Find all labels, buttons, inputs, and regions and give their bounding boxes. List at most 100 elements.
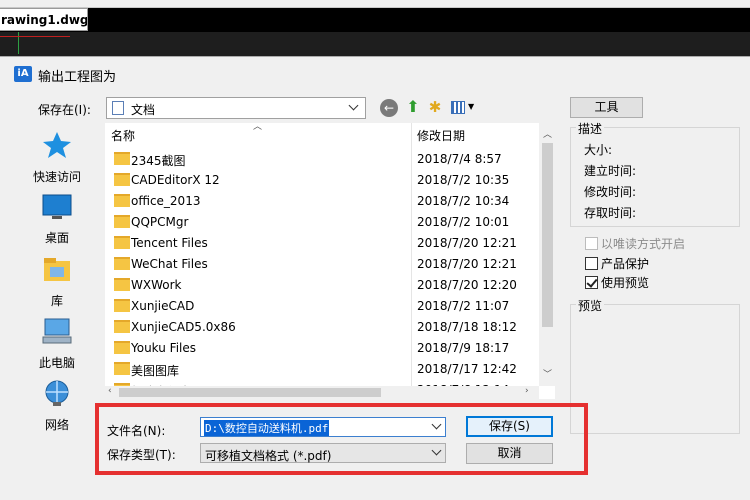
folder-icon	[114, 257, 130, 270]
new-folder-button[interactable]: ✱	[426, 98, 444, 116]
desktop-icon	[42, 194, 72, 219]
product-protect-label: 产品保护	[601, 257, 650, 271]
file-row[interactable]: 新建文件夹2018/7/6 12:14	[105, 379, 539, 386]
save-in-label: 保存在(I):	[38, 103, 91, 117]
product-protect-checkbox[interactable]	[585, 257, 598, 270]
readonly-checkbox-row[interactable]: 以唯读方式开启	[585, 235, 685, 252]
horizontal-scrollbar[interactable]: ‹ ›	[105, 386, 539, 399]
dialog-title: 输出工程图为	[38, 70, 117, 85]
document-tab[interactable]: rawing1.dwg	[0, 8, 88, 31]
accessed-time-label: 存取时间:	[584, 206, 637, 220]
cancel-button[interactable]: 取消	[466, 443, 553, 464]
column-header-date[interactable]: 修改日期	[417, 127, 465, 144]
file-row[interactable]: WXWork 2018/7/20 12:20	[105, 274, 539, 295]
save-in-value: 文档	[131, 103, 156, 117]
save-button[interactable]: 保存(S)	[466, 416, 553, 437]
file-row[interactable]: Tencent Files 2018/7/20 12:21	[105, 232, 539, 253]
preview-pane	[570, 304, 740, 434]
file-name: Tencent Files	[131, 236, 208, 250]
drawing-canvas[interactable]	[0, 32, 750, 56]
filetype-dropdown[interactable]: 可移植文档格式 (*.pdf)	[200, 443, 446, 463]
readonly-checkbox[interactable]	[585, 237, 598, 250]
file-row[interactable]: XunjieCAD5.0x86 2018/7/18 18:12	[105, 316, 539, 337]
folder-icon	[114, 215, 130, 228]
file-name: 2345截图	[131, 154, 186, 168]
file-date: 2018/7/20 12:21	[417, 257, 517, 271]
chevron-down-icon[interactable]	[431, 419, 442, 430]
document-tab-bar	[0, 8, 750, 32]
folder-icon	[114, 173, 130, 186]
place-label: 网络	[44, 418, 69, 432]
folder-icon	[114, 236, 130, 249]
product-protect-checkbox-row[interactable]: 产品保护	[585, 255, 649, 272]
use-preview-checkbox-row[interactable]: 使用预览	[585, 274, 649, 291]
file-date: 2018/7/17 12:42	[417, 362, 517, 376]
place-network[interactable]: 网络	[22, 379, 92, 433]
file-row[interactable]: XunjieCAD 2018/7/2 11:07	[105, 295, 539, 316]
filetype-value: 可移植文档格式 (*.pdf)	[205, 449, 332, 463]
file-row[interactable]: QQPCMgr 2018/7/2 10:01	[105, 211, 539, 232]
view-grid-icon	[451, 101, 465, 114]
caret-down-icon: ▼	[468, 102, 475, 111]
save-dialog: iA 输出工程图为 保存在(I): 文档 ← ⬆ ✱ ▼ 工具 快速访问 桌面 …	[0, 56, 750, 500]
annotation-highlight	[95, 403, 588, 475]
filename-input[interactable]: D:\数控自动送料机.pdf	[200, 417, 446, 437]
place-label: 此电脑	[38, 356, 75, 370]
description-title: 描述	[576, 120, 605, 137]
library-icon	[44, 258, 70, 281]
back-button[interactable]: ←	[380, 99, 398, 117]
file-date: 2018/7/2 10:35	[417, 173, 510, 187]
file-date: 2018/7/4 8:57	[417, 152, 502, 166]
use-preview-label: 使用预览	[601, 276, 650, 290]
file-date: 2018/7/2 10:34	[417, 194, 510, 208]
computer-icon	[42, 318, 72, 344]
horizontal-scroll-thumb[interactable]	[119, 388, 381, 397]
file-rows: 2345截图 2018/7/4 8:57 CADEditorX 12 2018/7/2…	[105, 148, 539, 386]
file-row[interactable]: CADEditorX 12 2018/7/2 10:35	[105, 169, 539, 190]
file-name: 美图图库	[131, 364, 180, 378]
view-menu-button[interactable]: ▼	[451, 99, 477, 117]
filename-label: 文件名(N):	[107, 424, 166, 438]
file-row[interactable]: office_2013 2018/7/2 10:34	[105, 190, 539, 211]
scroll-left-icon[interactable]: ‹	[108, 386, 112, 396]
place-desktop[interactable]: 桌面	[22, 194, 92, 246]
file-row[interactable]: WeChat Files 2018/7/20 12:21	[105, 253, 539, 274]
file-name: CADEditorX 12	[131, 173, 220, 187]
folder-icon	[114, 152, 130, 165]
file-list[interactable]: ︿ 名称 修改日期 2345截图 2018/7/4 8:57 CADEditorX …	[105, 122, 555, 399]
save-in-dropdown[interactable]: 文档	[106, 97, 366, 119]
file-row[interactable]: Youku Files 2018/7/9 18:17	[105, 337, 539, 358]
folder-icon	[114, 341, 130, 354]
place-label: 快速访问	[32, 170, 81, 184]
file-name: Youku Files	[131, 341, 197, 355]
place-this-pc[interactable]: 此电脑	[22, 317, 92, 371]
tools-button[interactable]: 工具	[570, 97, 643, 118]
vertical-scroll-thumb[interactable]	[542, 143, 553, 327]
up-folder-button[interactable]: ⬆	[404, 98, 422, 116]
modified-time-label: 修改时间:	[584, 185, 637, 199]
scroll-up-icon[interactable]: ︿	[543, 127, 552, 140]
column-header-name[interactable]: 名称	[111, 127, 135, 144]
folder-icon	[114, 362, 130, 375]
place-label: 桌面	[44, 231, 69, 245]
file-row[interactable]: 2345截图 2018/7/4 8:57	[105, 148, 539, 169]
vertical-scrollbar[interactable]: ︿ ﹀	[539, 123, 555, 386]
documents-folder-icon	[112, 101, 124, 115]
file-row[interactable]: 美图图库 2018/7/17 12:42	[105, 358, 539, 379]
place-library[interactable]: 库	[22, 255, 92, 309]
app-logo-icon: iA	[14, 66, 32, 82]
scroll-down-icon[interactable]: ﹀	[543, 367, 552, 380]
created-time-label: 建立时间:	[584, 164, 637, 178]
file-date: 2018/7/2 11:07	[417, 299, 510, 313]
file-date: 2018/7/20 12:21	[417, 236, 517, 250]
place-quick-access[interactable]: 快速访问	[22, 131, 92, 185]
sort-ascending-icon: ︿	[253, 122, 263, 132]
file-date: 2018/7/2 10:01	[417, 215, 510, 229]
folder-icon	[114, 299, 130, 312]
scroll-right-icon[interactable]: ›	[525, 386, 529, 396]
file-name: WeChat Files	[131, 257, 208, 271]
use-preview-checkbox[interactable]	[585, 276, 598, 289]
preview-title: 预览	[576, 297, 605, 314]
file-date: 2018/7/20 12:20	[417, 278, 517, 292]
file-date: 2018/7/18 18:12	[417, 320, 517, 334]
